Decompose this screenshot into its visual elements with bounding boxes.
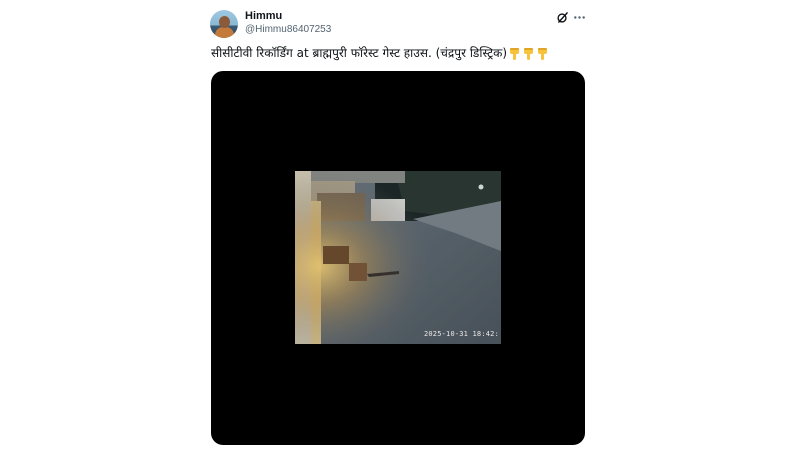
more-options-icon[interactable] (573, 11, 586, 24)
tweet-card[interactable]: Himmu @Himmu86407253 सीसीटीवी रिकॉर्डिंग… (0, 0, 800, 450)
author-display-name[interactable]: Himmu (245, 10, 282, 22)
cctv-scene (295, 171, 501, 344)
avatar[interactable] (210, 10, 238, 38)
grok-icon[interactable] (556, 11, 569, 24)
video-timestamp: 2025-10-31 18:42: (423, 330, 499, 338)
emoji-group (509, 46, 551, 62)
cctv-frame[interactable]: 2025-10-31 18:42: (295, 171, 501, 344)
tweet-text-content: सीसीटीवी रिकॉर्डिंग at ब्राह्मपुरी फॉरेस… (211, 46, 508, 60)
pointing-down-hand-icon (538, 48, 548, 60)
pointing-down-hand-icon (510, 48, 520, 60)
author-handle[interactable]: @Himmu86407253 (245, 24, 331, 35)
pointing-down-hand-icon (524, 48, 534, 60)
media-video[interactable]: 2025-10-31 18:42: (211, 71, 585, 445)
tweet-text: सीसीटीवी रिकॉर्डिंग at ब्राह्मपुरी फॉरेस… (211, 45, 581, 62)
